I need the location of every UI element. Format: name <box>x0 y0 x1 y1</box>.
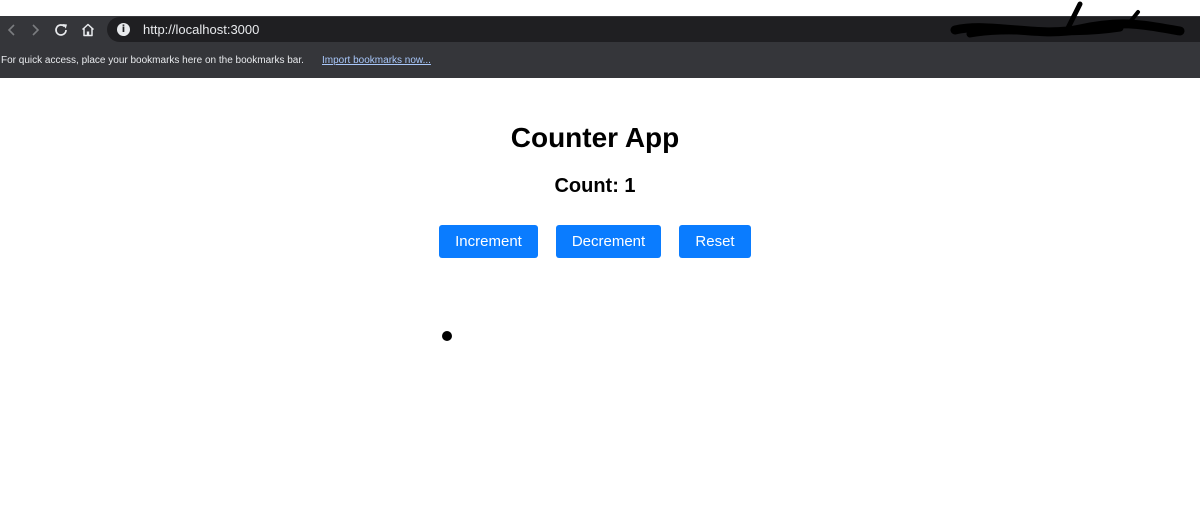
increment-button[interactable]: Increment <box>439 225 538 258</box>
back-button[interactable] <box>1 19 23 41</box>
decrement-button[interactable]: Decrement <box>556 225 661 258</box>
back-icon <box>7 24 15 36</box>
bookmarks-bar: For quick access, place your bookmarks h… <box>0 43 1200 78</box>
reload-button[interactable] <box>50 19 72 41</box>
reset-button[interactable]: Reset <box>679 225 751 258</box>
home-button[interactable] <box>77 19 99 41</box>
count-display: Count: 1 <box>554 175 636 197</box>
forward-icon <box>32 24 40 36</box>
browser-toolbar: i http://localhost:3000 <box>0 16 1200 43</box>
reload-icon <box>55 24 67 36</box>
page-content: Counter App Count: 1 Increment Decrement… <box>0 78 1200 515</box>
home-icon <box>81 23 95 37</box>
cursor-dot <box>442 331 452 341</box>
forward-button[interactable] <box>24 19 46 41</box>
app-title: Counter App <box>510 122 680 153</box>
redaction-scribble-hook <box>1065 1 1140 30</box>
window-top-strip <box>0 0 1200 16</box>
info-icon[interactable]: i <box>117 23 130 36</box>
import-bookmarks-link[interactable]: Import bookmarks now... <box>322 54 431 67</box>
bookmarks-message: For quick access, place your bookmarks h… <box>1 55 304 66</box>
url-text[interactable]: http://localhost:3000 <box>143 22 259 37</box>
